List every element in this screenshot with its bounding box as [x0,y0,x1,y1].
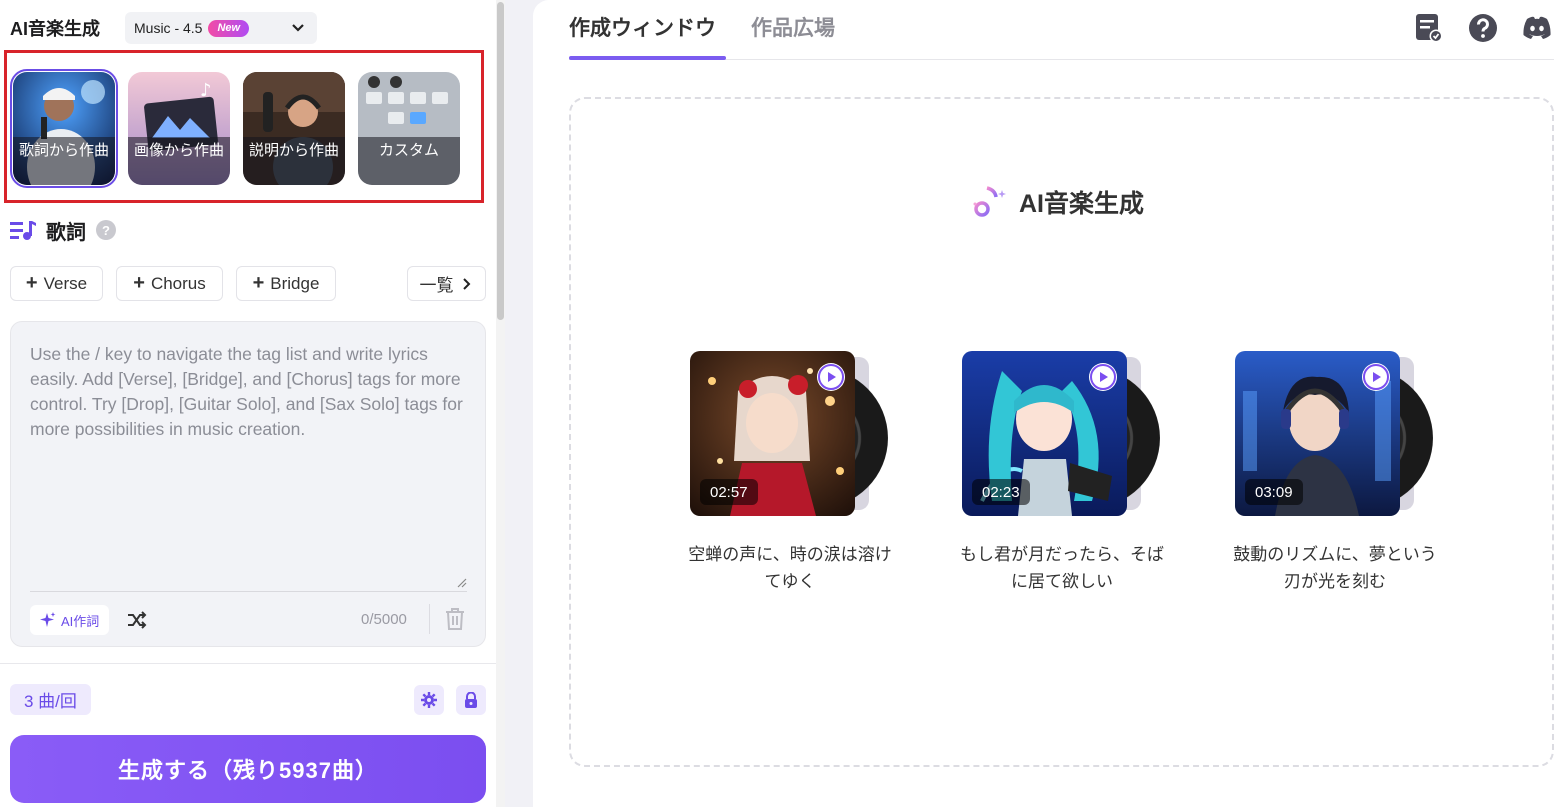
help-button[interactable] [1468,13,1498,43]
model-name: Music - 4.5 [134,20,203,36]
play-button[interactable] [817,363,845,391]
song-title: もし君が月だったら、そばに居て欲しい [960,545,1164,591]
svg-text:♪: ♪ [200,80,212,101]
songs-per-run-badge: 3 曲/回 [10,684,91,715]
creation-canvas: AI音楽生成 02:57 空蝉の声に、時の涙は溶けてゆく 02:23 もし君が月… [569,97,1554,767]
add-verse-button[interactable]: + Verse [10,266,103,301]
canvas-title-text: AI音楽生成 [1019,190,1145,218]
lyrics-divider [30,591,467,592]
lyrics-placeholder: Use the / key to navigate the tag list a… [30,344,463,439]
mode-card-lyrics[interactable]: 歌詞から作曲 [10,69,118,188]
generate-button[interactable]: 生成する（残り5937曲） [10,735,486,803]
settings-button[interactable] [414,685,444,715]
play-button[interactable] [1362,363,1390,391]
tag-list-button[interactable]: 一覧 [407,266,486,301]
trash-icon[interactable] [444,607,466,631]
app-header: AI音楽生成 [10,12,100,44]
tab-gallery[interactable]: 作品広場 [751,12,835,42]
chevron-right-icon [462,277,470,290]
gear-icon [421,692,437,708]
add-chorus-button[interactable]: + Chorus [116,266,223,301]
play-icon [818,364,844,390]
song-cover: 02:23 [962,351,1127,516]
lyrics-header: 歌詞 ? [10,216,116,244]
char-count: 0/5000 [361,611,407,628]
ai-lyrics-label: AI作詞 [61,613,100,629]
tab-create-window[interactable]: 作成ウィンドウ [569,12,716,42]
mode-label: カスタム [358,137,460,185]
plus-icon: + [25,272,38,294]
song-title: 鼓動のリズムに、夢という刃が光を刻む [1233,545,1437,591]
app-title: AI音楽生成 [10,19,100,39]
resize-handle-icon[interactable] [457,578,467,588]
play-button[interactable] [1089,363,1117,391]
task-list-button[interactable] [1414,13,1444,43]
right-panel: 作成ウィンドウ 作品広場 AI音楽生成 02:57 空蝉の声に、時の涙は溶けてゆ… [533,0,1560,807]
divider [429,604,430,634]
mode-card-image[interactable]: ♪ 画像から作曲 [128,72,230,185]
song-cover: 03:09 [1235,351,1400,516]
ai-lyrics-button[interactable]: AI作詞 [30,605,110,635]
lyrics-icon [10,221,36,240]
lock-icon [465,692,477,708]
task-list-icon [1416,14,1443,43]
music-note-icon [973,186,1006,217]
song-duration: 02:57 [700,479,758,505]
question-icon [1469,14,1497,42]
tag-list-label: 一覧 [419,276,454,295]
mode-card-description[interactable]: 説明から作曲 [243,72,345,185]
play-icon [1363,364,1389,390]
lyrics-textarea[interactable]: Use the / key to navigate the tag list a… [10,321,486,647]
lyrics-title: 歌詞 [46,221,86,244]
mode-card-custom[interactable]: カスタム [358,72,460,185]
mode-label: 説明から作曲 [243,137,345,185]
plus-icon: + [133,272,145,294]
mode-label: 歌詞から作曲 [13,137,115,185]
discord-button[interactable] [1522,13,1552,43]
shuffle-icon[interactable] [127,611,147,629]
song-title: 空蝉の声に、時の涙は溶けてゆく [688,545,892,591]
mode-label: 画像から作曲 [128,137,230,185]
model-select[interactable]: Music - 4.5 New [125,12,317,44]
song-duration: 03:09 [1245,479,1303,505]
lock-button[interactable] [456,685,486,715]
divider [0,663,497,664]
tag-label: Verse [43,273,88,293]
song-cover: 02:57 [690,351,855,516]
new-badge: New [208,19,250,37]
add-bridge-button[interactable]: + Bridge [236,266,336,301]
left-panel: AI音楽生成 Music - 4.5 New 歌詞から作曲 ♪ 画像から作曲 説… [0,0,505,807]
play-icon [1090,364,1116,390]
tag-label: Bridge [270,273,320,293]
chevron-down-icon [292,24,304,32]
tag-label: Chorus [150,273,206,293]
plus-icon: + [252,272,265,294]
discord-icon [1523,16,1551,39]
help-icon[interactable]: ? [96,220,116,240]
tab-active-indicator [569,56,726,60]
canvas-title: AI音楽生成 [971,184,1144,220]
sparkle-icon [40,612,56,627]
song-duration: 02:23 [972,479,1030,505]
scrollbar-thumb[interactable] [497,2,504,320]
